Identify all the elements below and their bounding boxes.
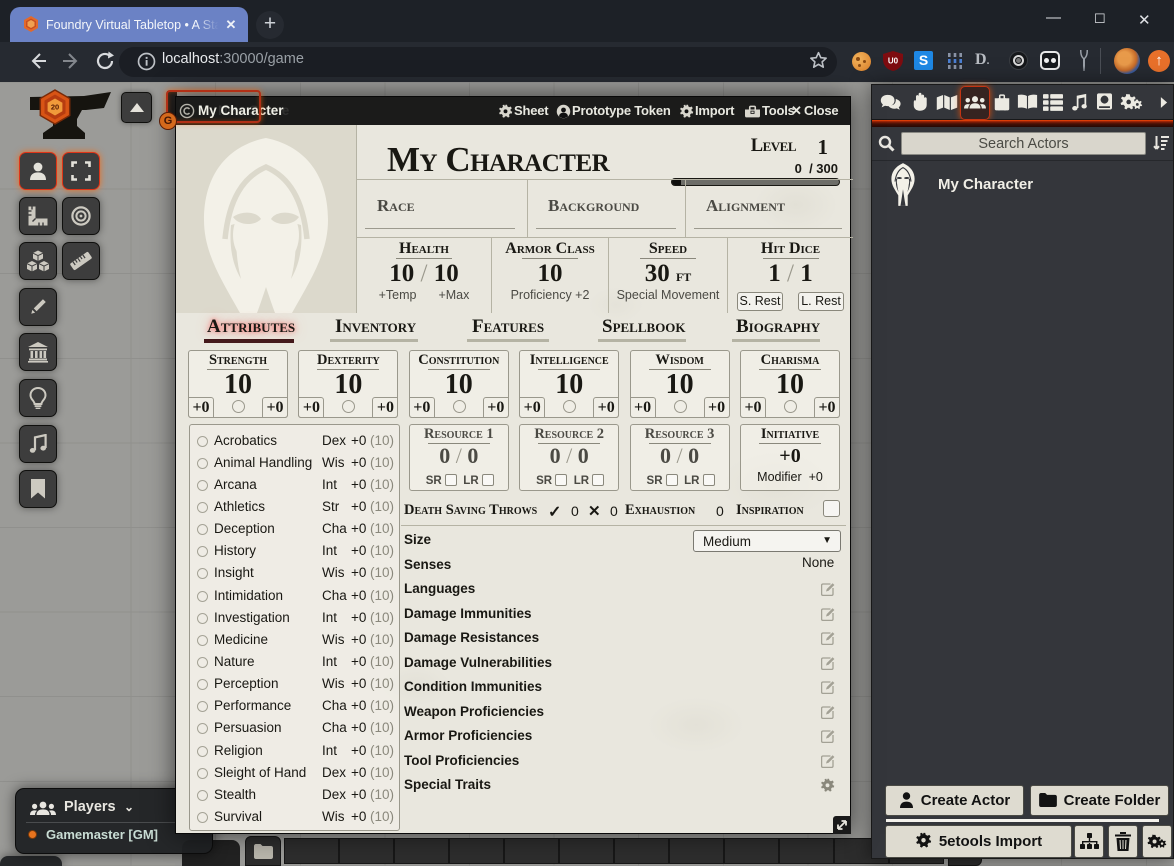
svg-text:U0: U0 [888, 57, 899, 66]
svg-text:20: 20 [51, 103, 59, 112]
